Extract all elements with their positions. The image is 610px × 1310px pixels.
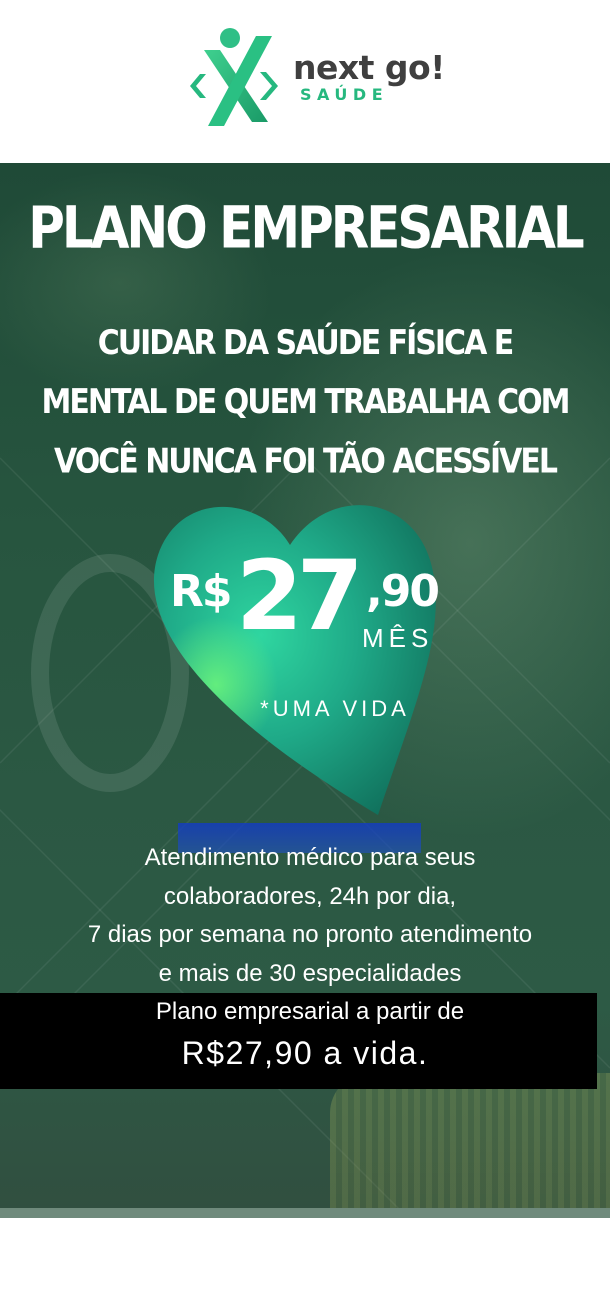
description-line: Atendimento médico para seus (144, 844, 476, 871)
next-go-logo-icon (190, 28, 278, 126)
subtitle-line: MENTAL DE QUEM TRABALHA COM (41, 382, 571, 423)
description: Atendimento médico para seus colaborador… (0, 839, 610, 1032)
price-note: *UMA VIDA (260, 696, 410, 721)
price-amount: 27 (236, 540, 364, 652)
description-line: Plano empresarial a partir de (155, 998, 465, 1025)
brand-name: next go! (293, 48, 445, 87)
description-line: colaboradores, 24h por dia, (163, 882, 457, 910)
brand-subtitle: SAÚDE (300, 85, 389, 104)
price-cents: ,90 (366, 566, 440, 617)
price-summary: R$27,90 a vida. (181, 1035, 429, 1071)
bottom-strip (0, 1208, 610, 1218)
header: next go! SAÚDE (0, 0, 610, 163)
description-line: 7 dias por semana no pronto atendimento (87, 921, 533, 948)
description-line: e mais de 30 especialidades (158, 959, 462, 987)
subtitle-line: CUIDAR DA SAÚDE FÍSICA E (97, 323, 514, 363)
subtitle-line: VOCÊ NUNCA FOI TÃO ACESSÍVEL (54, 442, 558, 482)
footer (0, 1218, 610, 1310)
price-period: MÊS (362, 623, 434, 653)
hero-subtitle: CUIDAR DA SAÚDE FÍSICA E MENTAL DE QUEM … (0, 313, 610, 491)
price-currency: R$ (170, 566, 232, 617)
hero-banner: PLANO EMPRESARIAL CUIDAR DA SAÚDE FÍSICA… (0, 163, 610, 1210)
background-photo-detail (330, 1073, 610, 1210)
page-title: PLANO EMPRESARIAL (28, 194, 585, 262)
